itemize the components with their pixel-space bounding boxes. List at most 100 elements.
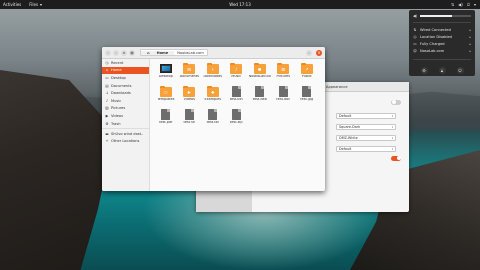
drive-icon: ▬ (105, 131, 109, 136)
sidebar-item[interactable]: ▨ Pictures (102, 105, 149, 113)
chevron-down-icon: ▾ (473, 2, 476, 7)
file-name: test.deb (252, 98, 267, 101)
file-item[interactable]: test.bin (225, 85, 249, 107)
folder-icon: ▤ (183, 62, 196, 74)
clock-icon: ◷ (105, 60, 109, 65)
sidebar-item-label: Home (111, 68, 122, 73)
clock[interactable]: Wed 17:13 (229, 2, 251, 7)
system-menu-item[interactable]: ☺ NosoLab.com ▸ (409, 48, 475, 55)
folder-icon: ↓ (206, 62, 219, 74)
file-name: Downloads (203, 75, 223, 78)
top-bar: Activities Files ▾ Wed 17:13 ⇅ ◀) ⏻ ▾ (0, 0, 480, 9)
sidebar-item[interactable]: ◷ Recent (102, 59, 149, 67)
file-item[interactable]: ↗ Public (295, 62, 319, 84)
file-item[interactable]: ♪ Music (225, 62, 249, 84)
settings-dropdown[interactable]: DMZ-White ▾ (336, 135, 396, 141)
file-item[interactable]: test.deb (248, 85, 272, 107)
system-menu-item[interactable]: ◎ Location Disabled ▸ (409, 34, 475, 41)
sidebar-item[interactable]: ▬ ShUvo wind dost.. (102, 130, 149, 138)
sidebar-item[interactable]: ♻ Trash (102, 120, 149, 128)
sidebar-item-label: ShUvo wind dost.. (111, 131, 144, 136)
sidebar-item[interactable]: + Other Locations (102, 137, 149, 145)
system-menu-item-label: Fully Charged (420, 42, 445, 46)
settings-toggle[interactable] (391, 99, 401, 105)
app-menu[interactable]: Files ▾ (29, 2, 42, 7)
app-name: Files (29, 2, 39, 7)
folder-icon: ▶ (183, 85, 196, 97)
breadcrumb-folder[interactable]: NoobsLab.com (174, 51, 207, 55)
file-item[interactable]: test.sh (178, 108, 202, 130)
folder-icon: ● (253, 62, 266, 74)
close-icon: × (317, 50, 321, 55)
battery-icon: ▭ (413, 42, 417, 46)
sidebar-item[interactable]: ▤ Documents (102, 82, 149, 90)
menu-button[interactable]: ≡ (121, 49, 127, 56)
desktop-icon: ▭ (105, 75, 109, 80)
sidebar-item-label: Videos (111, 113, 123, 118)
file-item[interactable]: test.jpg (295, 85, 319, 107)
settings-dropdown[interactable]: Square-Dark ▾ (336, 124, 396, 130)
file-item[interactable]: test.doc (272, 85, 296, 107)
file-item[interactable]: ◆ Examples (201, 85, 225, 107)
file-item[interactable]: ● NoobsLab.com (248, 62, 272, 84)
sidebar-item[interactable]: ▭ Desktop (102, 74, 149, 82)
gear-icon: ⚙ (422, 68, 426, 73)
sidebar-item[interactable]: ▶ Videos (102, 112, 149, 120)
search-button[interactable]: ⌕ (306, 49, 312, 56)
sidebar-item[interactable]: ♪ Music (102, 97, 149, 105)
dropdown-value: Default (339, 114, 352, 118)
file-name: Examples (204, 98, 221, 101)
file-item[interactable]: Desktop (154, 62, 178, 84)
file-icon (231, 85, 241, 97)
breadcrumb-home[interactable]: ⌂ Home (141, 50, 175, 55)
system-menu-item-label: NosoLab.com (420, 49, 445, 53)
file-item[interactable]: test.pdf (154, 108, 178, 130)
file-item[interactable]: ▭ Templates (154, 85, 178, 107)
sidebar-item[interactable]: ↓ Downloads (102, 89, 149, 97)
file-item[interactable]: ↓ Downloads (201, 62, 225, 84)
volume-slider[interactable] (420, 15, 471, 17)
system-menu-item[interactable]: ⇅ Wired Connected ▸ (409, 27, 475, 34)
file-name: test.pdf (159, 121, 173, 124)
sidebar-item-label: Other Locations (111, 139, 140, 144)
file-icon (184, 108, 194, 120)
file-name: Music (231, 75, 242, 78)
file-item[interactable]: ▤ Documents (178, 62, 202, 84)
chevron-down-icon: ▾ (40, 2, 43, 7)
trash-icon: ♻ (105, 121, 109, 126)
sidebar-item-label: Desktop (111, 75, 126, 80)
chevron-down-icon: ▾ (391, 114, 393, 118)
system-tray[interactable]: ⇅ ◀) ⏻ ▾ (451, 2, 476, 7)
settings-dropdown[interactable]: Default ▾ (336, 146, 396, 152)
power-button[interactable]: ⏻ (456, 67, 464, 74)
back-button[interactable]: ‹ (105, 49, 111, 56)
files-view: Desktop ▤ Documents ↓ Downloads ♪ Music ● No… (150, 59, 325, 191)
dropdown-value: DMZ-White (339, 136, 358, 140)
system-menu-item[interactable]: ▭ Fully Charged ▸ (409, 41, 475, 48)
sidebar-item[interactable]: ⌂ Home (102, 66, 149, 75)
desktop-folder-icon (159, 64, 172, 73)
settings-toggle-on[interactable] (391, 155, 401, 161)
files-window: ‹ › ≡ ▦ ⌂ Home NoobsLab.com ⌕ × ◷ Recent… (102, 47, 325, 191)
file-item[interactable]: ▶ Videos (178, 85, 202, 107)
picture-icon: ▨ (105, 106, 109, 111)
volume-row: ◀) (409, 10, 475, 18)
menu-icon: ≡ (122, 50, 126, 55)
file-name: Documents (179, 75, 199, 78)
settings-dropdown[interactable]: Default ▾ (336, 113, 396, 119)
file-name: NoobsLab.com (248, 75, 271, 78)
file-icon (231, 108, 241, 120)
sidebar-item-label: Recent (111, 60, 124, 65)
view-button[interactable]: ▦ (129, 49, 135, 56)
file-name: Pictures (276, 75, 290, 78)
forward-button[interactable]: › (113, 49, 119, 56)
file-item[interactable]: test.txt (201, 108, 225, 130)
activities-button[interactable]: Activities (3, 2, 21, 7)
close-button[interactable]: × (316, 49, 322, 56)
file-item[interactable]: test.zip (225, 108, 249, 130)
volume-slider-fill (420, 15, 452, 17)
lock-button[interactable]: 🔒︎ (438, 67, 446, 74)
settings-button[interactable]: ⚙ (420, 67, 428, 74)
dropdown-value: Square-Dark (339, 125, 361, 129)
file-item[interactable]: ▨ Pictures (272, 62, 296, 84)
